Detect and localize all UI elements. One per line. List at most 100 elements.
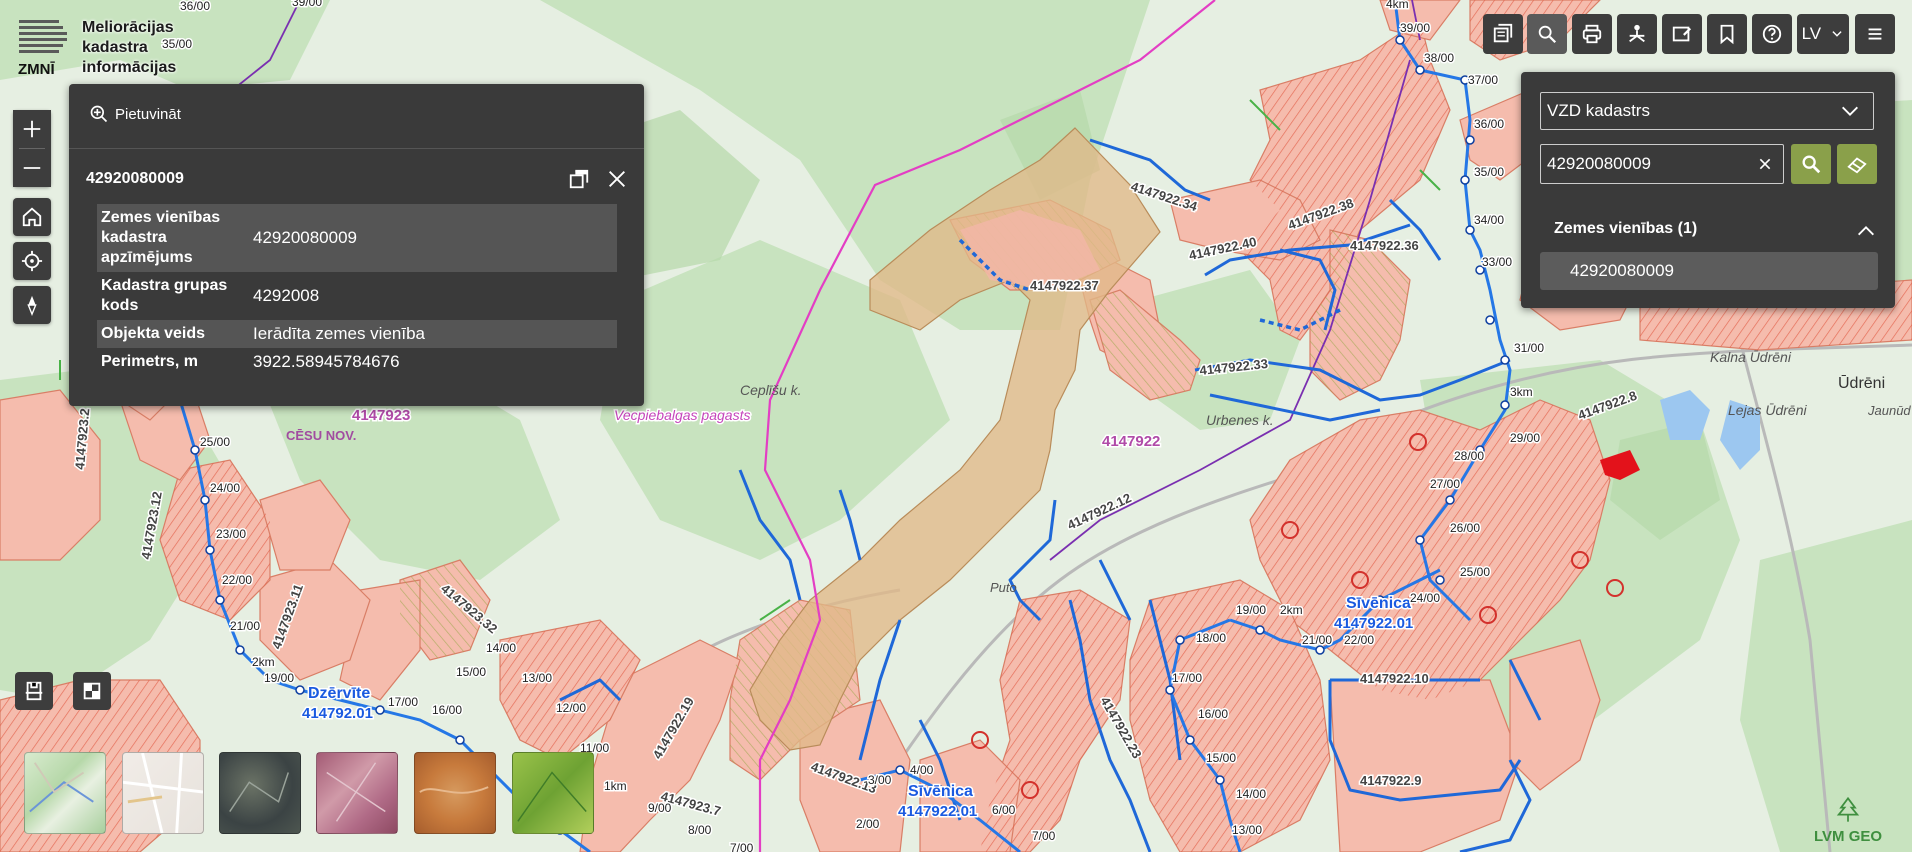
app-title: Meliorācijas kadastra informācijas [82,18,176,78]
dock-icon[interactable] [568,168,590,190]
help-icon [1762,24,1782,44]
river-code: 4147922.01 [1334,615,1413,632]
tree-icon [1836,796,1860,822]
print-icon [1582,24,1602,44]
attribute-value: 42920080009 [249,204,617,272]
relief-basemap-icon [419,786,489,794]
basemap-thumb[interactable] [122,752,204,834]
chainage-label: 21/00 [230,619,260,633]
logo-short: ZMNĪ [18,61,55,78]
chainage-label: 18/00 [1196,631,1226,645]
close-icon[interactable] [606,168,628,190]
chainage-label: 12/00 [556,701,586,715]
home-button[interactable] [13,198,51,236]
infrared-basemap-icon [326,762,386,822]
menu-icon [1868,28,1882,40]
app-title-line: informācijas [82,59,177,76]
chainage-label: 15/00 [1206,751,1236,765]
basemap-toggle-button[interactable] [73,672,111,710]
search-result-item[interactable]: 42920080009 [1540,252,1878,290]
app-title-line: Meliorācijas [82,19,174,36]
river-code: 414792.01 [302,705,373,722]
home-icon [22,207,42,227]
river-name: Sīvēnica [908,783,973,800]
feature-popup: Pietuvināt 42920080009 Zemes vienības ka… [69,84,644,406]
topo-basemap-icon [29,762,94,813]
attribute-row: Zemes vienības kadastra apzīmējums 42920… [97,204,617,272]
basemap-thumb[interactable] [219,752,301,834]
ditch-label: 4147922.10 [1360,671,1429,686]
layers-button[interactable] [1483,14,1523,54]
edit-map-button[interactable] [1662,14,1702,54]
help-button[interactable] [1752,14,1792,54]
compass-button[interactable] [13,286,51,324]
chainage-label: 24/00 [210,481,240,495]
chainage-label: 21/00 [1302,633,1332,647]
locate-button[interactable] [13,242,51,280]
eraser-button[interactable] [1837,144,1877,184]
search-button[interactable] [1791,144,1831,184]
basemap-thumb[interactable] [24,752,106,834]
measure-icon [25,681,43,701]
basemap-thumb[interactable] [512,752,594,834]
chainage-label: 4km [1386,0,1409,11]
basemap-thumb[interactable] [316,752,398,834]
attribute-value: Ierādīta zemes vienība [249,320,617,348]
vegetation-basemap-icon [517,771,587,822]
chainage-label: 35/00 [1474,165,1504,179]
search-input[interactable]: 42920080009 [1540,144,1784,184]
ditch-label: 4147922.36 [1350,238,1419,253]
zoom-to-button[interactable]: Pietuvināt [89,104,181,124]
attribute-row: Kadastra grupas kods 4292008 [97,272,617,320]
menu-button[interactable] [1855,14,1895,54]
chainage-label: 16/00 [1198,707,1228,721]
zoom-out-button[interactable] [13,149,51,187]
print-button[interactable] [1572,14,1612,54]
attributes-table: Zemes vienības kadastra apzīmējums 42920… [97,204,617,376]
place-label: Kalna Ūdrēni [1710,349,1792,365]
chainage-label: 36/00 [1474,117,1504,131]
chevron-up-icon[interactable] [1855,220,1877,242]
catchment-label: 4147923 [352,407,410,424]
measure-button[interactable] [15,672,53,710]
attribute-value: 4292008 [253,286,320,305]
place-label: Jaunūd [1867,403,1911,418]
bookmark-button[interactable] [1707,14,1747,54]
attribute-value: 3922.58945784676 [253,352,400,371]
chainage-label: 25/00 [1460,565,1490,579]
search-toggle-button[interactable] [1527,14,1567,54]
eraser-icon [1847,157,1867,174]
basemap-thumb[interactable] [414,752,496,834]
plus-icon [23,120,41,138]
chevron-down-icon [1832,31,1842,37]
search-panel: VZD kadastrs 42920080009 Zemes vienības … [1521,72,1895,308]
chainage-label: 38/00 [1424,51,1454,65]
chainage-label: 15/00 [456,665,486,679]
chainage-label: 33/00 [1482,255,1512,269]
chainage-label: 16/00 [432,703,462,717]
chainage-label: 22/00 [222,573,252,587]
zoom-to-label: Pietuvināt [115,105,181,123]
chainage-label: 1km [604,779,627,793]
chainage-label: 14/00 [486,641,516,655]
chainage-label: 39/00 [292,0,322,9]
chainage-label: 28/00 [1454,449,1484,463]
chainage-label: 3/00 [868,773,892,787]
parish-label: Vecpiebalgas pagasts [614,407,750,423]
chainage-label: 9/00 [648,801,672,815]
compass-icon [27,295,37,316]
app-logo[interactable]: ZMNĪ Meliorācijas kadastra informācijas [16,18,176,82]
attribute-key: Kadastra grupas kods [101,277,228,314]
zoom-in-button[interactable] [13,110,51,148]
search-source-value: VZD kadastrs [1547,101,1650,120]
search-icon [1538,25,1557,44]
clear-icon[interactable] [1757,156,1773,172]
language-selector[interactable]: LV [1797,14,1849,54]
municipality-label: CĒSU NOV. [286,428,356,443]
attribute-row: Perimetrs, m 3922.58945784676 [97,348,617,376]
chainage-label: 39/00 [1400,21,1430,35]
share-button[interactable] [1617,14,1657,54]
ditch-label: 4147922.9 [1360,773,1421,788]
share-icon [1629,24,1645,43]
search-source-select[interactable]: VZD kadastrs [1540,92,1874,130]
